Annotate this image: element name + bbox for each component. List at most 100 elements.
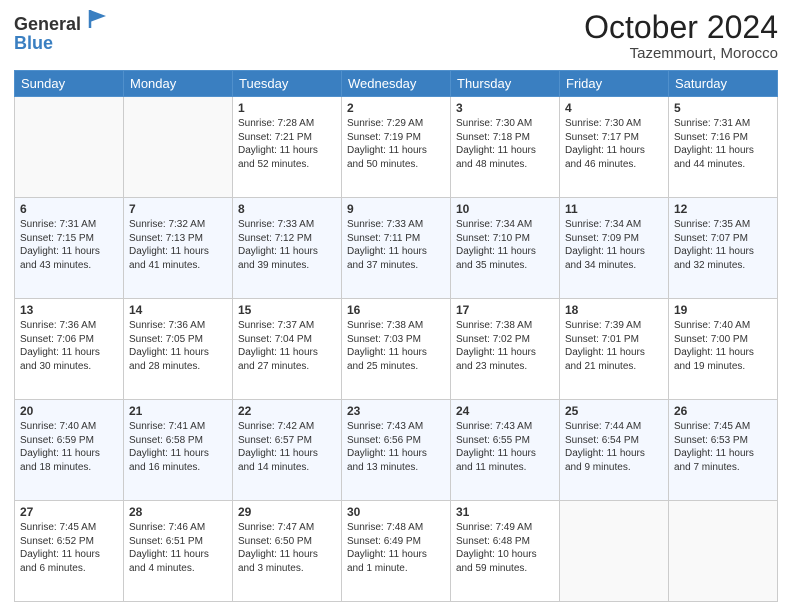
daylight-text: Daylight: 11 hours and 37 minutes. [347, 245, 445, 272]
daylight-text: Daylight: 11 hours and 11 minutes. [456, 447, 554, 474]
cell-info: Sunrise: 7:44 AMSunset: 6:54 PMDaylight:… [565, 420, 663, 474]
sunset-text: Sunset: 6:51 PM [129, 535, 227, 549]
sunrise-text: Sunrise: 7:43 AM [347, 420, 445, 434]
daylight-text: Daylight: 11 hours and 16 minutes. [129, 447, 227, 474]
cell-info: Sunrise: 7:45 AMSunset: 6:52 PMDaylight:… [20, 521, 118, 575]
cell-info: Sunrise: 7:43 AMSunset: 6:56 PMDaylight:… [347, 420, 445, 474]
day-number: 3 [456, 101, 554, 115]
calendar-cell-1-4: 10Sunrise: 7:34 AMSunset: 7:10 PMDayligh… [451, 198, 560, 299]
daylight-text: Daylight: 11 hours and 19 minutes. [674, 346, 772, 373]
day-number: 31 [456, 505, 554, 519]
daylight-text: Daylight: 11 hours and 1 minute. [347, 548, 445, 575]
sunrise-text: Sunrise: 7:36 AM [20, 319, 118, 333]
daylight-text: Daylight: 11 hours and 4 minutes. [129, 548, 227, 575]
month-title: October 2024 [584, 10, 778, 45]
calendar-cell-1-5: 11Sunrise: 7:34 AMSunset: 7:09 PMDayligh… [560, 198, 669, 299]
col-monday: Monday [124, 71, 233, 97]
sunset-text: Sunset: 7:05 PM [129, 333, 227, 347]
day-number: 28 [129, 505, 227, 519]
day-number: 11 [565, 202, 663, 216]
calendar-cell-3-3: 23Sunrise: 7:43 AMSunset: 6:56 PMDayligh… [342, 400, 451, 501]
sunset-text: Sunset: 7:16 PM [674, 131, 772, 145]
calendar-table: Sunday Monday Tuesday Wednesday Thursday… [14, 70, 778, 602]
sunset-text: Sunset: 7:18 PM [456, 131, 554, 145]
day-number: 10 [456, 202, 554, 216]
daylight-text: Daylight: 11 hours and 23 minutes. [456, 346, 554, 373]
daylight-text: Daylight: 11 hours and 18 minutes. [20, 447, 118, 474]
sunrise-text: Sunrise: 7:30 AM [456, 117, 554, 131]
calendar-cell-4-5 [560, 501, 669, 602]
sunrise-text: Sunrise: 7:30 AM [565, 117, 663, 131]
sunrise-text: Sunrise: 7:49 AM [456, 521, 554, 535]
cell-info: Sunrise: 7:43 AMSunset: 6:55 PMDaylight:… [456, 420, 554, 474]
day-number: 27 [20, 505, 118, 519]
col-wednesday: Wednesday [342, 71, 451, 97]
calendar-cell-2-1: 14Sunrise: 7:36 AMSunset: 7:05 PMDayligh… [124, 299, 233, 400]
calendar-cell-2-6: 19 Sunrise: 7:40 AMSunset: 7:00 PMDayligh… [669, 299, 778, 400]
cell-info: Sunrise: 7:40 AMSunset: 7:00 PMDaylight:… [674, 319, 772, 373]
cell-info: Sunrise: 7:45 AMSunset: 6:53 PMDaylight:… [674, 420, 772, 474]
day-number: 1 [238, 101, 336, 115]
daylight-text: Daylight: 11 hours and 44 minutes. [674, 144, 772, 171]
day-number: 12 [674, 202, 772, 216]
col-tuesday: Tuesday [233, 71, 342, 97]
sunrise-text: Sunrise: 7:45 AM [674, 420, 772, 434]
sunset-text: Sunset: 7:04 PM [238, 333, 336, 347]
daylight-text: Daylight: 11 hours and 7 minutes. [674, 447, 772, 474]
cell-info: Sunrise: 7:46 AMSunset: 6:51 PMDaylight:… [129, 521, 227, 575]
sunrise-text: Sunrise: 7:33 AM [347, 218, 445, 232]
day-number: 6 [20, 202, 118, 216]
calendar-cell-4-6 [669, 501, 778, 602]
sunrise-text: Sunrise: 7:40 AM [20, 420, 118, 434]
daylight-text: Daylight: 11 hours and 9 minutes. [565, 447, 663, 474]
day-number: 19 [674, 303, 772, 317]
cell-info: Sunrise: 7:29 AMSunset: 7:19 PMDaylight:… [347, 117, 445, 171]
sunrise-text: Sunrise: 7:32 AM [129, 218, 227, 232]
sunset-text: Sunset: 6:50 PM [238, 535, 336, 549]
day-number: 18 [565, 303, 663, 317]
cell-info: Sunrise: 7:33 AMSunset: 7:12 PMDaylight:… [238, 218, 336, 272]
col-thursday: Thursday [451, 71, 560, 97]
cell-info: Sunrise: 7:41 AMSunset: 6:58 PMDaylight:… [129, 420, 227, 474]
sunset-text: Sunset: 7:10 PM [456, 232, 554, 246]
col-sunday: Sunday [15, 71, 124, 97]
sunset-text: Sunset: 7:15 PM [20, 232, 118, 246]
header: General Blue October 2024 Tazemmourt, Mo… [14, 10, 778, 62]
logo-flag-icon [88, 8, 110, 30]
day-number: 22 [238, 404, 336, 418]
sunrise-text: Sunrise: 7:48 AM [347, 521, 445, 535]
cell-info: Sunrise: 7:36 AMSunset: 7:05 PMDaylight:… [129, 319, 227, 373]
logo-text: General [14, 10, 110, 35]
logo-blue: Blue [14, 33, 110, 54]
calendar-cell-4-2: 29 Sunrise: 7:47 AMSunset: 6:50 PMDayligh… [233, 501, 342, 602]
daylight-text: Daylight: 11 hours and 48 minutes. [456, 144, 554, 171]
daylight-text: Daylight: 11 hours and 6 minutes. [20, 548, 118, 575]
daylight-text: Daylight: 11 hours and 21 minutes. [565, 346, 663, 373]
sunrise-text: Sunrise: 7:41 AM [129, 420, 227, 434]
sunrise-text: Sunrise: 7:34 AM [456, 218, 554, 232]
page: General Blue October 2024 Tazemmourt, Mo… [0, 0, 792, 612]
day-number: 7 [129, 202, 227, 216]
cell-info: Sunrise: 7:30 AMSunset: 7:17 PMDaylight:… [565, 117, 663, 171]
sunrise-text: Sunrise: 7:28 AM [238, 117, 336, 131]
cell-info: Sunrise: 7:30 AMSunset: 7:18 PMDaylight:… [456, 117, 554, 171]
sunset-text: Sunset: 7:02 PM [456, 333, 554, 347]
week-row-3: 13Sunrise: 7:36 AMSunset: 7:06 PMDayligh… [15, 299, 778, 400]
sunrise-text: Sunrise: 7:43 AM [456, 420, 554, 434]
sunset-text: Sunset: 7:00 PM [674, 333, 772, 347]
cell-info: Sunrise: 7:47 AMSunset: 6:50 PMDaylight:… [238, 521, 336, 575]
cell-info: Sunrise: 7:31 AMSunset: 7:15 PMDaylight:… [20, 218, 118, 272]
sunset-text: Sunset: 7:12 PM [238, 232, 336, 246]
calendar-cell-0-1 [124, 97, 233, 198]
col-saturday: Saturday [669, 71, 778, 97]
calendar-cell-0-6: 5Sunrise: 7:31 AMSunset: 7:16 PMDaylight… [669, 97, 778, 198]
day-number: 24 [456, 404, 554, 418]
cell-info: Sunrise: 7:38 AMSunset: 7:03 PMDaylight:… [347, 319, 445, 373]
day-number: 29 [238, 505, 336, 519]
daylight-text: Daylight: 11 hours and 32 minutes. [674, 245, 772, 272]
calendar-cell-2-0: 13Sunrise: 7:36 AMSunset: 7:06 PMDayligh… [15, 299, 124, 400]
calendar-cell-4-3: 30Sunrise: 7:48 AMSunset: 6:49 PMDayligh… [342, 501, 451, 602]
daylight-text: Daylight: 11 hours and 52 minutes. [238, 144, 336, 171]
calendar-cell-3-6: 26Sunrise: 7:45 AMSunset: 6:53 PMDayligh… [669, 400, 778, 501]
cell-info: Sunrise: 7:31 AMSunset: 7:16 PMDaylight:… [674, 117, 772, 171]
